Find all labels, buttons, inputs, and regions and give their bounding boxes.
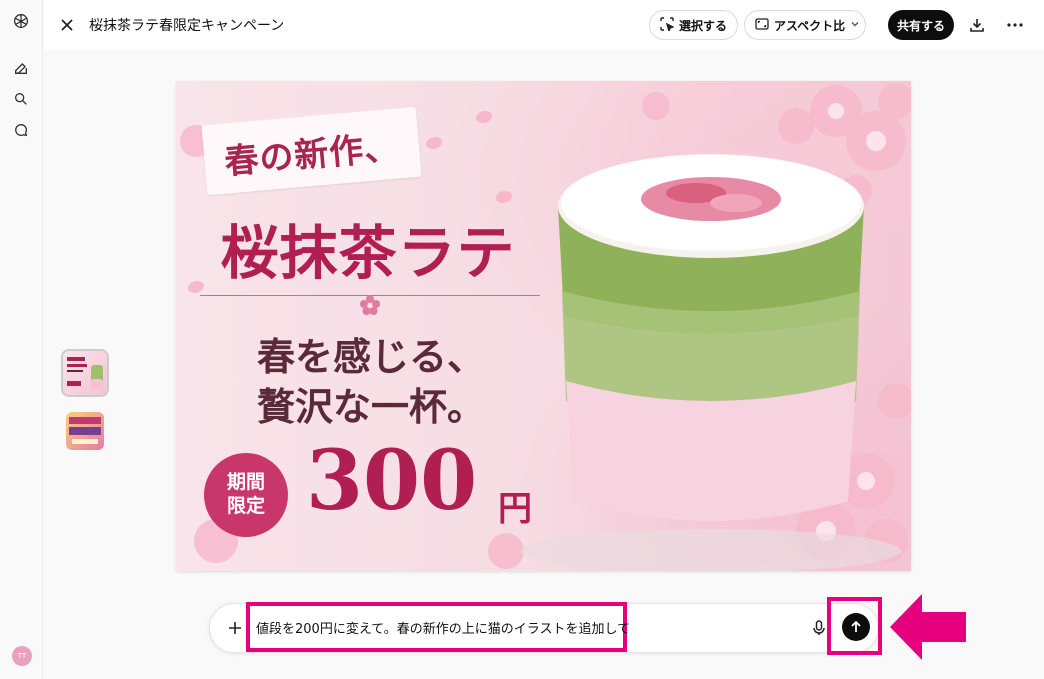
limited-time-badge: 期間 限定: [204, 453, 288, 537]
new-chat-icon[interactable]: [11, 58, 31, 78]
prompt-composer: 値段を200円に変えて。春の新作の上に猫のイラストを追加して: [209, 602, 879, 653]
pointer-arrow-icon: [890, 594, 966, 660]
openai-logo-icon[interactable]: [11, 11, 31, 31]
select-icon: [660, 16, 675, 34]
search-icon[interactable]: [11, 89, 31, 109]
more-icon[interactable]: [1004, 14, 1026, 36]
left-rail: TT: [0, 0, 43, 679]
share-button[interactable]: 共有する: [888, 10, 954, 40]
price-unit: 円: [498, 489, 532, 529]
image-thumbnail-alt[interactable]: [66, 412, 104, 450]
badge-line-2: 限定: [226, 495, 265, 517]
aspect-icon: [755, 17, 769, 33]
chat-bubble-icon[interactable]: [11, 120, 31, 140]
banner-text: 春の新作、: [222, 126, 401, 183]
generated-image[interactable]: 春の新作、 桜抹茶ラテ 春を感じる、 贅沢な一杯。 期間 限定 300 円: [176, 81, 911, 571]
aspect-ratio-dropdown[interactable]: アスペクト比: [744, 10, 866, 40]
tagline-line-2: 贅沢な一杯。: [256, 384, 485, 429]
aspect-label: アスペクト比: [774, 18, 846, 33]
top-bar: 桜抹茶ラテ春限定キャンペーン 選択する アスペクト比 共有する: [44, 0, 1044, 50]
avatar[interactable]: TT: [12, 646, 32, 666]
price-value: 300: [306, 433, 478, 529]
prompt-input[interactable]: 値段を200円に変えて。春の新作の上に猫のイラストを追加して: [256, 618, 630, 637]
page-title: 桜抹茶ラテ春限定キャンペーン: [89, 18, 285, 34]
select-label: 選択する: [679, 18, 728, 33]
sakura-icon: [358, 293, 382, 317]
download-icon[interactable]: [966, 14, 988, 36]
arrow-up-icon: [850, 618, 862, 637]
image-thumbnail-current[interactable]: [61, 349, 109, 397]
select-button[interactable]: 選択する: [649, 10, 738, 40]
send-button[interactable]: [842, 613, 870, 641]
close-icon[interactable]: [56, 14, 78, 36]
chevron-down-icon: [850, 18, 860, 32]
badge-line-1: 期間: [226, 471, 265, 494]
prompt-input-highlight[interactable]: 値段を200円に変えて。春の新作の上に猫のイラストを追加して: [246, 602, 630, 652]
tagline-line-1: 春を感じる、: [256, 334, 485, 379]
plus-icon[interactable]: [224, 617, 246, 639]
poster-headline: 桜抹茶ラテ: [220, 219, 516, 287]
